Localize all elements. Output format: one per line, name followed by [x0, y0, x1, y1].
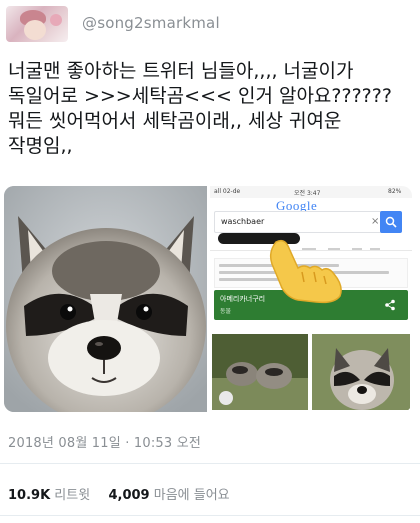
result-image-raccoon-face[interactable] — [312, 334, 410, 410]
username[interactable]: @song2smarkmal — [82, 14, 220, 32]
search-button[interactable] — [380, 211, 402, 233]
tweet-media: all 02-de 오전 3:47 82% Google waschbaer × — [4, 186, 412, 412]
search-icon — [385, 216, 397, 228]
raccoon-closeup-illustration — [312, 334, 410, 410]
search-query: waschbaer — [221, 217, 265, 226]
retweet-label[interactable]: 리트윗 — [54, 488, 90, 503]
tweet-timestamp[interactable]: 2018년 08월 11일 · 10:53 오전 — [8, 432, 201, 451]
raccoons-in-water-illustration — [212, 334, 308, 410]
google-search-box[interactable]: waschbaer × — [214, 211, 398, 233]
status-carrier: all 02-de — [214, 188, 241, 195]
like-label[interactable]: 마음에 들어요 — [154, 488, 230, 503]
pointing-hand-icon — [269, 239, 342, 304]
avatar-face-shape — [24, 20, 46, 40]
tweet-text: 너굴맨 좋아하는 트위터 님들아,,,, 너굴이가 독일어로 >>>세탁곰<<<… — [8, 59, 416, 159]
tab-placeholder[interactable] — [352, 248, 362, 250]
tweet-header: @song2smarkmal — [0, 0, 420, 48]
status-battery: 82% — [388, 188, 402, 195]
clear-icon[interactable]: × — [371, 216, 379, 227]
tweet-line: 독일어로 >>>세탁곰<<< 인거 알아요?????? — [8, 85, 392, 107]
divider — [0, 515, 420, 516]
tweet-stats: 10.9K 리트윗 4,009 마음에 들어요 — [8, 484, 230, 503]
result-image-raccoons-water[interactable] — [212, 334, 308, 410]
tweet-line: 작명임,, — [8, 135, 73, 157]
phone-status-bar: all 02-de 오전 3:47 82% — [210, 186, 412, 198]
tweet-line: 뭐든 씻어먹어서 세탁곰이래,, 세상 귀여운 — [8, 110, 342, 132]
avatar-flower-shape — [50, 14, 62, 26]
tweet-line: 너굴맨 좋아하는 트위터 님들아,,,, 너굴이가 — [8, 60, 354, 82]
knowledge-subtitle: 동물 — [220, 308, 232, 315]
divider — [0, 463, 420, 464]
like-count[interactable]: 4,009 — [108, 488, 149, 503]
retweet-count[interactable]: 10.9K — [8, 488, 50, 503]
avatar[interactable] — [6, 6, 68, 42]
raccoon-photo[interactable] — [4, 186, 207, 412]
status-time: 오전 3:47 — [294, 190, 321, 197]
share-icon[interactable] — [384, 299, 396, 311]
raccoon-face-illustration — [4, 186, 207, 412]
tab-placeholder[interactable] — [370, 248, 380, 250]
